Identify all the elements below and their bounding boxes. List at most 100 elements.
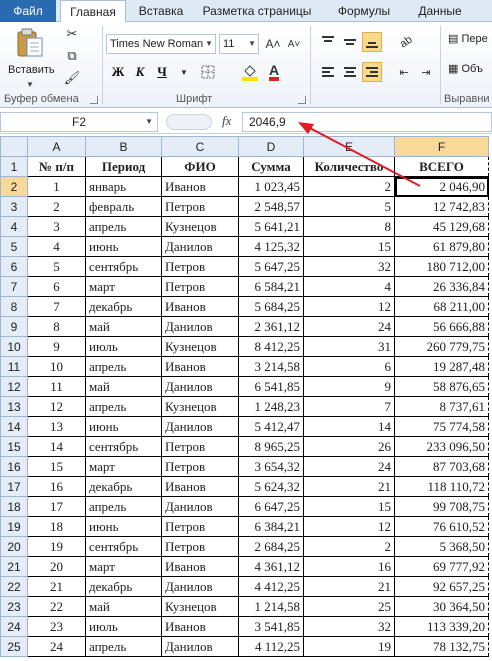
cell-name[interactable]: Иванов bbox=[161, 616, 239, 637]
cell-name[interactable]: Иванов bbox=[161, 176, 239, 197]
copy-button[interactable]: ⧉ bbox=[62, 46, 82, 66]
cell-period[interactable]: май bbox=[85, 316, 162, 337]
cell-index[interactable]: 1 bbox=[27, 176, 86, 197]
cell-index[interactable]: 14 bbox=[27, 436, 86, 457]
cell-quantity[interactable]: 16 bbox=[303, 556, 395, 577]
cell-sum[interactable]: 3 654,32 bbox=[238, 456, 304, 477]
row-header[interactable]: 12 bbox=[0, 376, 28, 397]
cell-sum[interactable]: 3 541,85 bbox=[238, 616, 304, 637]
cell-sum[interactable]: 1 214,58 bbox=[238, 596, 304, 617]
cell-period[interactable]: июнь bbox=[85, 416, 162, 437]
row-header[interactable]: 7 bbox=[0, 276, 28, 297]
cell-index[interactable]: 15 bbox=[27, 456, 86, 477]
underline-dropdown[interactable]: ▼ bbox=[174, 62, 194, 82]
select-all-corner[interactable] bbox=[0, 136, 28, 157]
column-header[interactable]: D bbox=[238, 136, 304, 157]
cell-index[interactable]: 5 bbox=[27, 256, 86, 277]
orientation-button[interactable]: ab bbox=[396, 32, 416, 52]
row-header[interactable]: 15 bbox=[0, 436, 28, 457]
row-header[interactable]: 1 bbox=[0, 156, 28, 177]
cell-name[interactable]: Петров bbox=[161, 276, 239, 297]
row-header[interactable]: 19 bbox=[0, 516, 28, 537]
cell-total[interactable]: 58 876,65 bbox=[394, 376, 489, 397]
cell-sum[interactable]: 6 384,21 bbox=[238, 516, 304, 537]
cell-sum[interactable]: 6 647,25 bbox=[238, 496, 304, 517]
cell-name[interactable]: Петров bbox=[161, 536, 239, 557]
row-header[interactable]: 13 bbox=[0, 396, 28, 417]
cell-index[interactable]: 22 bbox=[27, 596, 86, 617]
cell-index[interactable]: 6 bbox=[27, 276, 86, 297]
active-cell[interactable]: 2 046,90 bbox=[394, 176, 489, 197]
cell-sum[interactable]: 8 965,25 bbox=[238, 436, 304, 457]
cell-sum[interactable]: 3 214,58 bbox=[238, 356, 304, 377]
underline-button[interactable]: Ч bbox=[152, 62, 172, 82]
cell-period[interactable]: декабрь bbox=[85, 576, 162, 597]
cell-period[interactable]: декабрь bbox=[85, 296, 162, 317]
cell-total[interactable]: 12 742,83 bbox=[394, 196, 489, 217]
cell-quantity[interactable]: 12 bbox=[303, 516, 395, 537]
cell-sum[interactable]: 1 248,23 bbox=[238, 396, 304, 417]
tab-insert[interactable]: Вставка bbox=[132, 0, 190, 22]
cell-sum[interactable]: 5 641,21 bbox=[238, 216, 304, 237]
cell-total[interactable]: 92 657,25 bbox=[394, 576, 489, 597]
cell-period[interactable]: сентябрь bbox=[85, 536, 162, 557]
format-painter-button[interactable]: 🖌 bbox=[62, 68, 82, 88]
header-cell[interactable]: ВСЕГО bbox=[394, 156, 489, 177]
cell-period[interactable]: январь bbox=[85, 176, 162, 197]
cell-name[interactable]: Петров bbox=[161, 456, 239, 477]
row-header[interactable]: 6 bbox=[0, 256, 28, 277]
cell-period[interactable]: сентябрь bbox=[85, 256, 162, 277]
cell-name[interactable]: Петров bbox=[161, 196, 239, 217]
row-header[interactable]: 14 bbox=[0, 416, 28, 437]
cell-sum[interactable]: 8 412,25 bbox=[238, 336, 304, 357]
cell-period[interactable]: май bbox=[85, 596, 162, 617]
cell-index[interactable]: 16 bbox=[27, 476, 86, 497]
cell-name[interactable]: Кузнецов bbox=[161, 396, 239, 417]
header-cell[interactable]: ФИО bbox=[161, 156, 239, 177]
align-center-button[interactable] bbox=[340, 62, 360, 82]
cell-quantity[interactable]: 15 bbox=[303, 496, 395, 517]
row-header[interactable]: 9 bbox=[0, 316, 28, 337]
cell-sum[interactable]: 4 112,25 bbox=[238, 636, 304, 657]
cell-index[interactable]: 10 bbox=[27, 356, 86, 377]
cell-name[interactable]: Данилов bbox=[161, 316, 239, 337]
cell-quantity[interactable]: 26 bbox=[303, 436, 395, 457]
align-bottom-button[interactable] bbox=[362, 32, 382, 52]
cell-sum[interactable]: 6 541,85 bbox=[238, 376, 304, 397]
cell-total[interactable]: 56 666,88 bbox=[394, 316, 489, 337]
cell-name[interactable]: Иванов bbox=[161, 356, 239, 377]
cell-index[interactable]: 18 bbox=[27, 516, 86, 537]
cell-total[interactable]: 76 610,52 bbox=[394, 516, 489, 537]
cell-sum[interactable]: 6 584,21 bbox=[238, 276, 304, 297]
row-header[interactable]: 16 bbox=[0, 456, 28, 477]
cell-total[interactable]: 118 110,72 bbox=[394, 476, 489, 497]
cell-name[interactable]: Иванов bbox=[161, 556, 239, 577]
cell-quantity[interactable]: 12 bbox=[303, 296, 395, 317]
cell-total[interactable]: 99 708,75 bbox=[394, 496, 489, 517]
cell-index[interactable]: 11 bbox=[27, 376, 86, 397]
cell-total[interactable]: 75 774,58 bbox=[394, 416, 489, 437]
row-header[interactable]: 2 bbox=[0, 176, 28, 197]
cell-quantity[interactable]: 32 bbox=[303, 256, 395, 277]
cell-quantity[interactable]: 21 bbox=[303, 476, 395, 497]
cell-index[interactable]: 24 bbox=[27, 636, 86, 657]
cell-total[interactable]: 45 129,68 bbox=[394, 216, 489, 237]
cell-index[interactable]: 20 bbox=[27, 556, 86, 577]
cell-period[interactable]: апрель bbox=[85, 636, 162, 657]
cell-name[interactable]: Петров bbox=[161, 256, 239, 277]
cell-period[interactable]: май bbox=[85, 376, 162, 397]
shrink-font-button[interactable]: A˅ bbox=[284, 34, 304, 54]
cell-quantity[interactable]: 7 bbox=[303, 396, 395, 417]
cell-period[interactable]: апрель bbox=[85, 496, 162, 517]
cell-period[interactable]: июнь bbox=[85, 516, 162, 537]
cell-sum[interactable]: 5 624,32 bbox=[238, 476, 304, 497]
bold-button[interactable]: Ж bbox=[108, 62, 128, 82]
cell-total[interactable]: 69 777,92 bbox=[394, 556, 489, 577]
cell-period[interactable]: март bbox=[85, 456, 162, 477]
cell-quantity[interactable]: 24 bbox=[303, 316, 395, 337]
row-header[interactable]: 21 bbox=[0, 556, 28, 577]
cut-button[interactable]: ✂ bbox=[62, 24, 82, 44]
cell-sum[interactable]: 4 412,25 bbox=[238, 576, 304, 597]
cell-period[interactable]: сентябрь bbox=[85, 436, 162, 457]
cell-index[interactable]: 12 bbox=[27, 396, 86, 417]
